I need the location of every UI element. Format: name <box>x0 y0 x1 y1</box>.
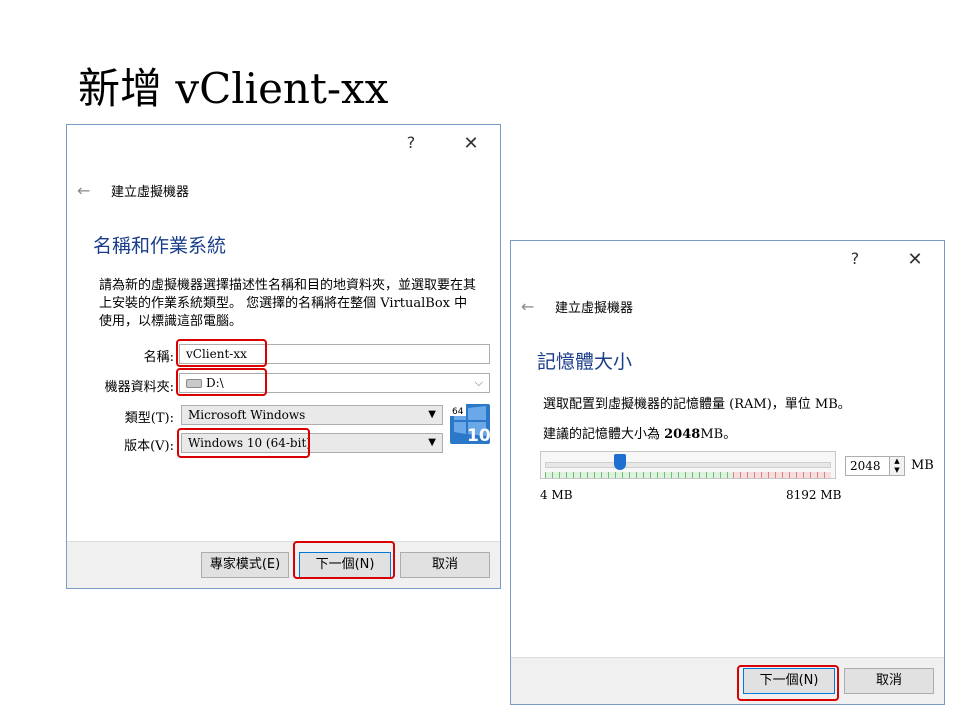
os-type-value: Microsoft Windows <box>188 408 306 422</box>
close-icon[interactable]: ✕ <box>460 133 482 154</box>
create-vm-name-dialog: ? ✕ ← 建立虛擬機器 名稱和作業系統 請為新的虛擬機器選擇描述性名稱和目的地… <box>66 124 501 589</box>
back-arrow-icon[interactable]: ← <box>521 297 545 316</box>
expert-mode-button[interactable]: 專家模式(E) <box>201 552 289 578</box>
create-vm-memory-dialog: ? ✕ ← 建立虛擬機器 記憶體大小 選取配置到虛擬機器的記憶體量 (RAM)，… <box>510 240 945 705</box>
os-version-value: Windows 10 (64-bit) <box>188 436 311 450</box>
page-heading: 記憶體大小 <box>537 351 633 373</box>
suggestion-prefix: 建議的記憶體大小為 <box>543 427 665 442</box>
slider-track[interactable] <box>545 462 831 468</box>
next-button[interactable]: 下一個(N) <box>299 552 391 578</box>
memory-suggestion: 建議的記憶體大小為 2048MB。 <box>543 423 736 442</box>
dropdown-arrow-icon: ▼ <box>428 437 436 448</box>
machine-folder-select[interactable]: D:\ ⌵ <box>179 373 490 393</box>
os-version-badge: 10 <box>467 426 490 444</box>
memory-unit: MB <box>911 458 934 473</box>
memory-slider[interactable] <box>540 451 836 479</box>
back-arrow-icon[interactable]: ← <box>77 181 101 200</box>
dropdown-arrow-icon: ▼ <box>428 409 436 420</box>
cancel-button[interactable]: 取消 <box>844 668 934 694</box>
os-version-select[interactable]: Windows 10 (64-bit) ▼ <box>181 433 443 453</box>
vm-name-input[interactable]: vClient-xx <box>179 344 490 364</box>
wizard-title: 建立虛擬機器 <box>555 301 634 316</box>
windows-10-os-icon: 64 10 <box>450 404 491 446</box>
help-button[interactable]: ? <box>844 249 866 268</box>
help-button[interactable]: ? <box>400 133 422 152</box>
folder-value: D:\ <box>206 376 224 390</box>
spin-arrows-icon[interactable]: ▲ ▼ <box>889 457 904 475</box>
drive-icon <box>186 379 202 388</box>
name-label: 名稱: <box>143 350 174 365</box>
wizard-title: 建立虛擬機器 <box>111 185 190 200</box>
next-button[interactable]: 下一個(N) <box>743 668 835 694</box>
suggested-memory: 2048 <box>664 427 701 442</box>
slide-title: 新增 vClient-xx <box>78 64 389 113</box>
version-label: 版本(V): <box>124 439 174 454</box>
wizard-nav: ← 建立虛擬機器 <box>521 297 633 316</box>
memory-description: 選取配置到虛擬機器的記憶體量 (RAM)，單位 MB。 <box>543 397 851 412</box>
slider-danger-range <box>733 472 831 478</box>
slider-safe-range <box>545 472 733 478</box>
type-label: 類型(T): <box>124 411 174 426</box>
close-icon[interactable]: ✕ <box>904 249 926 270</box>
wizard-nav: ← 建立虛擬機器 <box>77 181 189 200</box>
os-bits-label: 64 <box>452 407 464 417</box>
memory-value: 2048 <box>850 459 881 473</box>
dialog-footer: 專家模式(E) 下一個(N) 取消 <box>67 541 500 588</box>
slider-thumb[interactable] <box>613 454 626 470</box>
slider-max-label: 8192 MB <box>786 488 842 502</box>
slider-min-label: 4 MB <box>540 488 573 502</box>
page-heading: 名稱和作業系統 <box>93 235 227 257</box>
suggestion-suffix: MB。 <box>700 427 737 442</box>
os-type-select[interactable]: Microsoft Windows ▼ <box>181 405 443 425</box>
cancel-button[interactable]: 取消 <box>400 552 490 578</box>
memory-spinbox[interactable]: 2048 ▲ ▼ <box>845 456 905 476</box>
page-description: 請為新的虛擬機器選擇描述性名稱和目的地資料夾，並選取要在其上安裝的作業系統類型。… <box>99 278 477 329</box>
dialog-footer: 下一個(N) 取消 <box>511 657 944 704</box>
chevron-down-icon: ⌵ <box>474 376 483 389</box>
folder-label: 機器資料夾: <box>104 380 174 395</box>
